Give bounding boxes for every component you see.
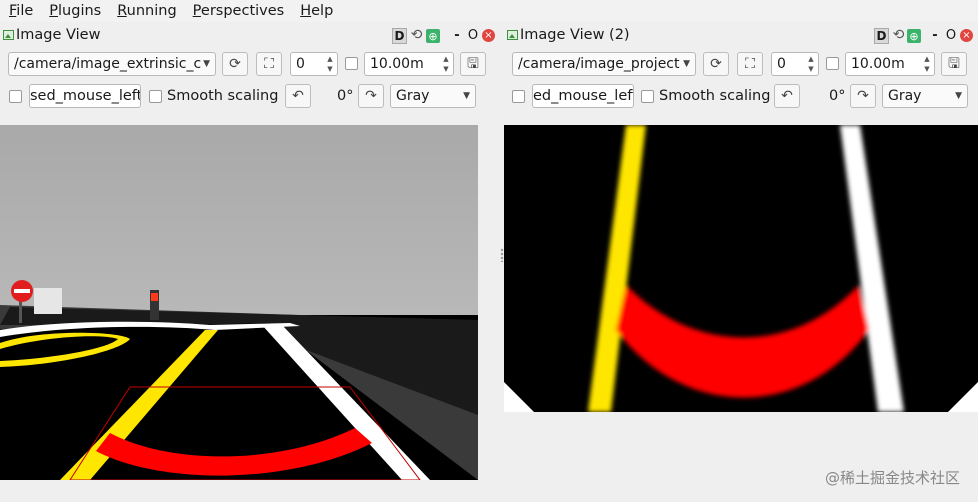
- building: [34, 288, 62, 314]
- topic-toolbar: /camera/image_extrinsic_c ▼ ⟳ ⛶ 0 ▲ ▼ 10.0…: [0, 52, 500, 78]
- spin-arrows-icon[interactable]: ▲ ▼: [441, 54, 451, 74]
- sky: [0, 125, 478, 315]
- zoom-fit-button[interactable]: ⛶: [737, 52, 763, 76]
- dock-button[interactable]: D: [392, 28, 407, 44]
- distance-spinbox[interactable]: 10.00m ▲ ▼: [364, 52, 454, 76]
- smooth-scaling-label: Smooth scaling: [659, 88, 771, 104]
- spin-arrows-icon[interactable]: ▲ ▼: [922, 54, 932, 74]
- refresh-icon: ⟳: [710, 56, 722, 72]
- float-button[interactable]: O: [945, 28, 957, 43]
- chevron-down-icon: ▼: [955, 91, 962, 101]
- topic-select[interactable]: /camera/image_extrinsic_c ▼: [8, 52, 216, 76]
- camera-image-view[interactable]: [0, 125, 478, 480]
- distance-spinbox[interactable]: 10.00m ▲ ▼: [845, 52, 935, 76]
- help-icon[interactable]: ⊕: [907, 29, 921, 43]
- spin-arrows-icon[interactable]: ▲ ▼: [325, 54, 335, 74]
- topic-select[interactable]: /camera/image_project ▼: [512, 52, 696, 76]
- minimize-button[interactable]: -: [452, 28, 462, 43]
- rotate-right-icon: ↷: [365, 88, 377, 104]
- watermark: @稀土掘金技术社区: [824, 469, 960, 487]
- image-icon: [507, 30, 518, 40]
- rotate-left-icon: ↶: [781, 88, 793, 104]
- reload-icon[interactable]: ⟲: [409, 28, 424, 44]
- projected-image-view[interactable]: [504, 125, 978, 412]
- topic-toolbar: /camera/image_project ▼ ⟳ ⛶ 0 ▲ ▼ 10.00m ▲…: [504, 52, 978, 78]
- zoom-fit-icon: ⛶: [745, 56, 755, 72]
- camera-image: [0, 125, 478, 480]
- minimize-button[interactable]: -: [930, 28, 940, 43]
- colormap-select[interactable]: Gray ▼: [882, 84, 968, 108]
- close-icon[interactable]: ×: [482, 29, 495, 42]
- projected-image: [504, 125, 978, 412]
- image-view-panel-right: Image View (2) D ⟲ ⊕ - O × /camera/image…: [504, 22, 978, 502]
- save-button[interactable]: 🖫: [460, 52, 486, 76]
- rotation-label: 0°: [337, 88, 354, 104]
- rotate-left-icon: ↶: [292, 88, 304, 104]
- mouse-publish-checkbox[interactable]: [9, 90, 22, 103]
- rotate-right-button[interactable]: ↷: [358, 84, 384, 108]
- panel-title-bar: Image View (2) D ⟲ ⊕ - O ×: [504, 26, 978, 46]
- rotate-right-icon: ↷: [857, 88, 869, 104]
- rotate-right-button[interactable]: ↷: [850, 84, 876, 108]
- refresh-icon: ⟳: [229, 56, 241, 72]
- distance-checkbox[interactable]: [826, 57, 839, 70]
- save-button[interactable]: 🖫: [941, 52, 967, 76]
- float-button[interactable]: O: [467, 28, 479, 43]
- chevron-down-icon: ▼: [203, 59, 210, 69]
- panel-title: Image View (2): [520, 27, 630, 43]
- menu-plugins[interactable]: Plugins: [40, 0, 108, 22]
- rotate-left-button[interactable]: ↶: [285, 84, 311, 108]
- zoom-fit-icon: ⛶: [264, 56, 274, 72]
- refresh-button[interactable]: ⟳: [222, 52, 248, 76]
- menu-help[interactable]: Help: [291, 0, 340, 22]
- menu-running[interactable]: Running: [108, 0, 183, 22]
- image-icon: [3, 30, 14, 40]
- rotation-label: 0°: [829, 88, 846, 104]
- reload-icon[interactable]: ⟲: [891, 28, 906, 44]
- smooth-scaling-checkbox[interactable]: [641, 90, 654, 103]
- chevron-down-icon: ▼: [463, 91, 470, 101]
- close-icon[interactable]: ×: [960, 29, 973, 42]
- spin-input[interactable]: 0 ▲ ▼: [290, 52, 338, 76]
- zoom-fit-button[interactable]: ⛶: [256, 52, 282, 76]
- mouse-topic-field[interactable]: ed_mouse_left: [532, 84, 634, 108]
- spin-arrows-icon[interactable]: ▲ ▼: [806, 54, 816, 74]
- smooth-scaling-label: Smooth scaling: [167, 88, 279, 104]
- dock-button[interactable]: D: [874, 28, 889, 44]
- distance-checkbox[interactable]: [345, 57, 358, 70]
- save-icon: 🖫: [467, 56, 479, 72]
- menu-perspectives[interactable]: Perspectives: [184, 0, 292, 22]
- refresh-button[interactable]: ⟳: [703, 52, 729, 76]
- panel-title: Image View: [16, 27, 101, 43]
- mouse-topic-field[interactable]: sed_mouse_left: [29, 84, 141, 108]
- mouse-publish-checkbox[interactable]: [512, 90, 525, 103]
- colormap-select[interactable]: Gray ▼: [390, 84, 476, 108]
- rotate-left-button[interactable]: ↶: [774, 84, 800, 108]
- panel-title-bar: Image View D ⟲ ⊕ - O ×: [0, 26, 500, 46]
- options-toolbar: ed_mouse_left Smooth scaling ↶ 0° ↷ Gray…: [504, 84, 978, 110]
- chevron-down-icon: ▼: [683, 59, 690, 69]
- menu-file[interactable]: File: [0, 0, 40, 22]
- spin-input[interactable]: 0 ▲ ▼: [771, 52, 819, 76]
- traffic-light: [150, 290, 159, 320]
- options-toolbar: sed_mouse_left Smooth scaling ↶ 0° ↷ Gra…: [0, 84, 500, 110]
- smooth-scaling-checkbox[interactable]: [149, 90, 162, 103]
- help-icon[interactable]: ⊕: [426, 29, 440, 43]
- image-view-panel-left: Image View D ⟲ ⊕ - O × /camera/image_ext…: [0, 22, 500, 502]
- save-icon: 🖫: [948, 56, 960, 72]
- menubar: File Plugins Running Perspectives Help: [0, 0, 978, 22]
